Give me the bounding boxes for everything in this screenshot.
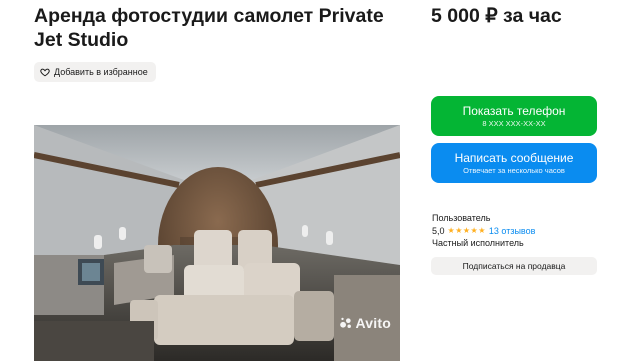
send-message-button[interactable]: Написать сообщение Отвечает за несколько…: [431, 143, 597, 183]
seller-info: Пользователь 5,0 ★★★★★ 13 отзывов Частны…: [432, 212, 602, 250]
subscribe-seller-button[interactable]: Подписаться на продавца: [431, 257, 597, 275]
add-to-favorites-button[interactable]: Добавить в избранное: [34, 62, 156, 82]
seller-name[interactable]: Пользователь: [432, 212, 602, 225]
show-phone-label: Показать телефон: [462, 103, 566, 118]
listing-price: 5 000 ₽ за час: [431, 5, 562, 27]
avito-watermark-text: Avito: [355, 315, 391, 331]
add-to-favorites-label: Добавить в избранное: [54, 67, 148, 77]
avito-logo-icon: [339, 316, 353, 330]
response-time-note: Отвечает за несколько часов: [463, 165, 565, 175]
seller-type: Частный исполнитель: [432, 238, 524, 248]
listing-title: Аренда фотостудии самолет Private Jet St…: [34, 5, 384, 51]
show-phone-button[interactable]: Показать телефон 8 XXX XXX-XX-XX: [431, 96, 597, 136]
phone-number-mask: 8 XXX XXX-XX-XX: [482, 118, 546, 128]
seller-rating-row: 5,0 ★★★★★ 13 отзывов: [432, 225, 602, 238]
seller-reviews-link[interactable]: 13 отзывов: [489, 225, 536, 238]
avito-watermark: Avito: [339, 315, 391, 331]
heart-icon: [40, 67, 50, 77]
listing-photo[interactable]: Avito: [34, 95, 400, 361]
seller-rating-value: 5,0: [432, 225, 445, 236]
send-message-label: Написать сообщение: [454, 150, 574, 165]
rating-stars-icon: ★★★★★: [447, 225, 486, 235]
